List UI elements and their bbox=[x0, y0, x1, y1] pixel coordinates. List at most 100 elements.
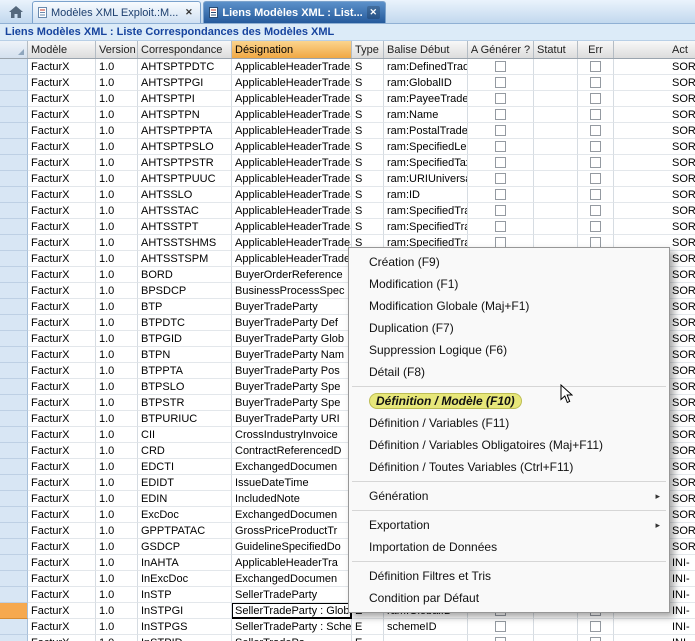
cell-designation[interactable]: ContractReferencedD bbox=[232, 443, 352, 459]
cell-statut[interactable] bbox=[534, 619, 578, 635]
cell-act[interactable]: SOR bbox=[614, 171, 695, 187]
row-header-cell[interactable] bbox=[0, 203, 28, 219]
cell-act[interactable]: SOR bbox=[614, 139, 695, 155]
row-header-cell[interactable] bbox=[0, 603, 28, 619]
cell-version[interactable]: 1.0 bbox=[96, 187, 138, 203]
cell-designation[interactable]: BuyerTradeParty Glob bbox=[232, 331, 352, 347]
cell-modele[interactable]: FacturX bbox=[28, 267, 96, 283]
error-checkbox[interactable] bbox=[590, 77, 601, 88]
row-header-cell[interactable] bbox=[0, 523, 28, 539]
cell-balise-debut[interactable]: ram:URIUniversalC bbox=[384, 171, 468, 187]
cell-version[interactable]: 1.0 bbox=[96, 491, 138, 507]
cell-type[interactable]: S bbox=[352, 219, 384, 235]
cell-type[interactable]: S bbox=[352, 203, 384, 219]
cell-act[interactable]: SOR bbox=[614, 91, 695, 107]
cell-type[interactable]: E bbox=[352, 635, 384, 641]
cell-version[interactable]: 1.0 bbox=[96, 123, 138, 139]
cell-designation[interactable]: ApplicableHeaderTradeSettlem bbox=[232, 171, 352, 187]
row-header-cell[interactable] bbox=[0, 299, 28, 315]
row-header-cell[interactable] bbox=[0, 59, 28, 75]
row-header-cell[interactable] bbox=[0, 635, 28, 641]
context-menu-item[interactable]: Définition / Variables (F11) bbox=[349, 412, 669, 434]
row-header-cell[interactable] bbox=[0, 107, 28, 123]
row-header-cell[interactable] bbox=[0, 75, 28, 91]
cell-modele[interactable]: FacturX bbox=[28, 123, 96, 139]
cell-balise-debut[interactable]: schemeID bbox=[384, 619, 468, 635]
cell-err[interactable] bbox=[578, 59, 614, 75]
cell-designation[interactable]: IncludedNote bbox=[232, 491, 352, 507]
cell-designation[interactable]: ApplicableHeaderTradeSettlem bbox=[232, 235, 352, 251]
context-menu-item[interactable]: Définition / Variables Obligatoires (Maj… bbox=[349, 434, 669, 456]
cell-a-generer[interactable] bbox=[468, 171, 534, 187]
row-header-cell[interactable] bbox=[0, 187, 28, 203]
cell-a-generer[interactable] bbox=[468, 219, 534, 235]
cell-modele[interactable]: FacturX bbox=[28, 395, 96, 411]
column-header-version[interactable]: Version bbox=[96, 41, 138, 58]
context-menu-item[interactable]: Condition par Défaut bbox=[349, 587, 669, 609]
row-header-cell[interactable] bbox=[0, 155, 28, 171]
cell-modele[interactable]: FacturX bbox=[28, 91, 96, 107]
cell-act[interactable]: SOR bbox=[614, 59, 695, 75]
column-header-balise-debut[interactable]: Balise Début bbox=[384, 41, 468, 58]
generate-checkbox[interactable] bbox=[495, 93, 506, 104]
cell-designation[interactable]: ApplicableHeaderTradeSettlem bbox=[232, 155, 352, 171]
cell-correspondance[interactable]: AHTSPTPPTA bbox=[138, 123, 232, 139]
row-header-cell[interactable] bbox=[0, 475, 28, 491]
cell-modele[interactable]: FacturX bbox=[28, 283, 96, 299]
cell-version[interactable]: 1.0 bbox=[96, 59, 138, 75]
cell-modele[interactable]: FacturX bbox=[28, 347, 96, 363]
cell-version[interactable]: 1.0 bbox=[96, 219, 138, 235]
cell-modele[interactable]: FacturX bbox=[28, 171, 96, 187]
cell-correspondance[interactable]: BTPPTA bbox=[138, 363, 232, 379]
cell-correspondance[interactable]: BPSDCP bbox=[138, 283, 232, 299]
cell-statut[interactable] bbox=[534, 219, 578, 235]
cell-err[interactable] bbox=[578, 139, 614, 155]
cell-correspondance[interactable]: BTPSLO bbox=[138, 379, 232, 395]
cell-modele[interactable]: FacturX bbox=[28, 379, 96, 395]
cell-err[interactable] bbox=[578, 187, 614, 203]
cell-version[interactable]: 1.0 bbox=[96, 539, 138, 555]
row-header-cell[interactable] bbox=[0, 235, 28, 251]
cell-designation[interactable]: ApplicableHeaderTradeSettlem bbox=[232, 107, 352, 123]
cell-correspondance[interactable]: GPPTPATAC bbox=[138, 523, 232, 539]
cell-correspondance[interactable]: InSTP bbox=[138, 587, 232, 603]
generate-checkbox[interactable] bbox=[495, 77, 506, 88]
cell-version[interactable]: 1.0 bbox=[96, 587, 138, 603]
row-header-cell[interactable] bbox=[0, 91, 28, 107]
cell-version[interactable]: 1.0 bbox=[96, 235, 138, 251]
row-header-cell[interactable] bbox=[0, 411, 28, 427]
cell-designation[interactable]: ApplicableHeaderTradeSettlem bbox=[232, 203, 352, 219]
cell-statut[interactable] bbox=[534, 155, 578, 171]
context-menu-item[interactable]: Exportation▸ bbox=[349, 514, 669, 536]
row-header-cell[interactable] bbox=[0, 123, 28, 139]
cell-act[interactable]: SOR bbox=[614, 187, 695, 203]
cell-designation[interactable]: ExchangedDocumen bbox=[232, 507, 352, 523]
cell-version[interactable]: 1.0 bbox=[96, 571, 138, 587]
cell-err[interactable] bbox=[578, 91, 614, 107]
cell-modele[interactable]: FacturX bbox=[28, 75, 96, 91]
cell-designation[interactable]: ApplicableHeaderTra bbox=[232, 555, 352, 571]
cell-type[interactable]: S bbox=[352, 107, 384, 123]
cell-version[interactable]: 1.0 bbox=[96, 523, 138, 539]
cell-modele[interactable]: FacturX bbox=[28, 507, 96, 523]
cell-statut[interactable] bbox=[534, 203, 578, 219]
cell-balise-debut[interactable]: ram:PayeeTradeP bbox=[384, 91, 468, 107]
cell-correspondance[interactable]: AHTSSTSHMS bbox=[138, 235, 232, 251]
context-menu-item[interactable]: Duplication (F7) bbox=[349, 317, 669, 339]
cell-version[interactable]: 1.0 bbox=[96, 619, 138, 635]
cell-modele[interactable]: FacturX bbox=[28, 155, 96, 171]
cell-modele[interactable]: FacturX bbox=[28, 427, 96, 443]
cell-designation[interactable]: ApplicableHeaderTradeSettlem bbox=[232, 139, 352, 155]
cell-err[interactable] bbox=[578, 107, 614, 123]
column-header-a-generer[interactable]: A Générer ? bbox=[468, 41, 534, 58]
cell-designation[interactable]: SellerTradeParty bbox=[232, 587, 352, 603]
cell-a-generer[interactable] bbox=[468, 155, 534, 171]
error-checkbox[interactable] bbox=[590, 141, 601, 152]
cell-balise-debut[interactable]: ram:SpecifiedTrad bbox=[384, 219, 468, 235]
cell-err[interactable] bbox=[578, 619, 614, 635]
cell-version[interactable]: 1.0 bbox=[96, 603, 138, 619]
column-header-statut[interactable]: Statut bbox=[534, 41, 578, 58]
cell-a-generer[interactable] bbox=[468, 635, 534, 641]
cell-balise-debut[interactable]: ram:DefinedTrade bbox=[384, 59, 468, 75]
cell-modele[interactable]: FacturX bbox=[28, 491, 96, 507]
